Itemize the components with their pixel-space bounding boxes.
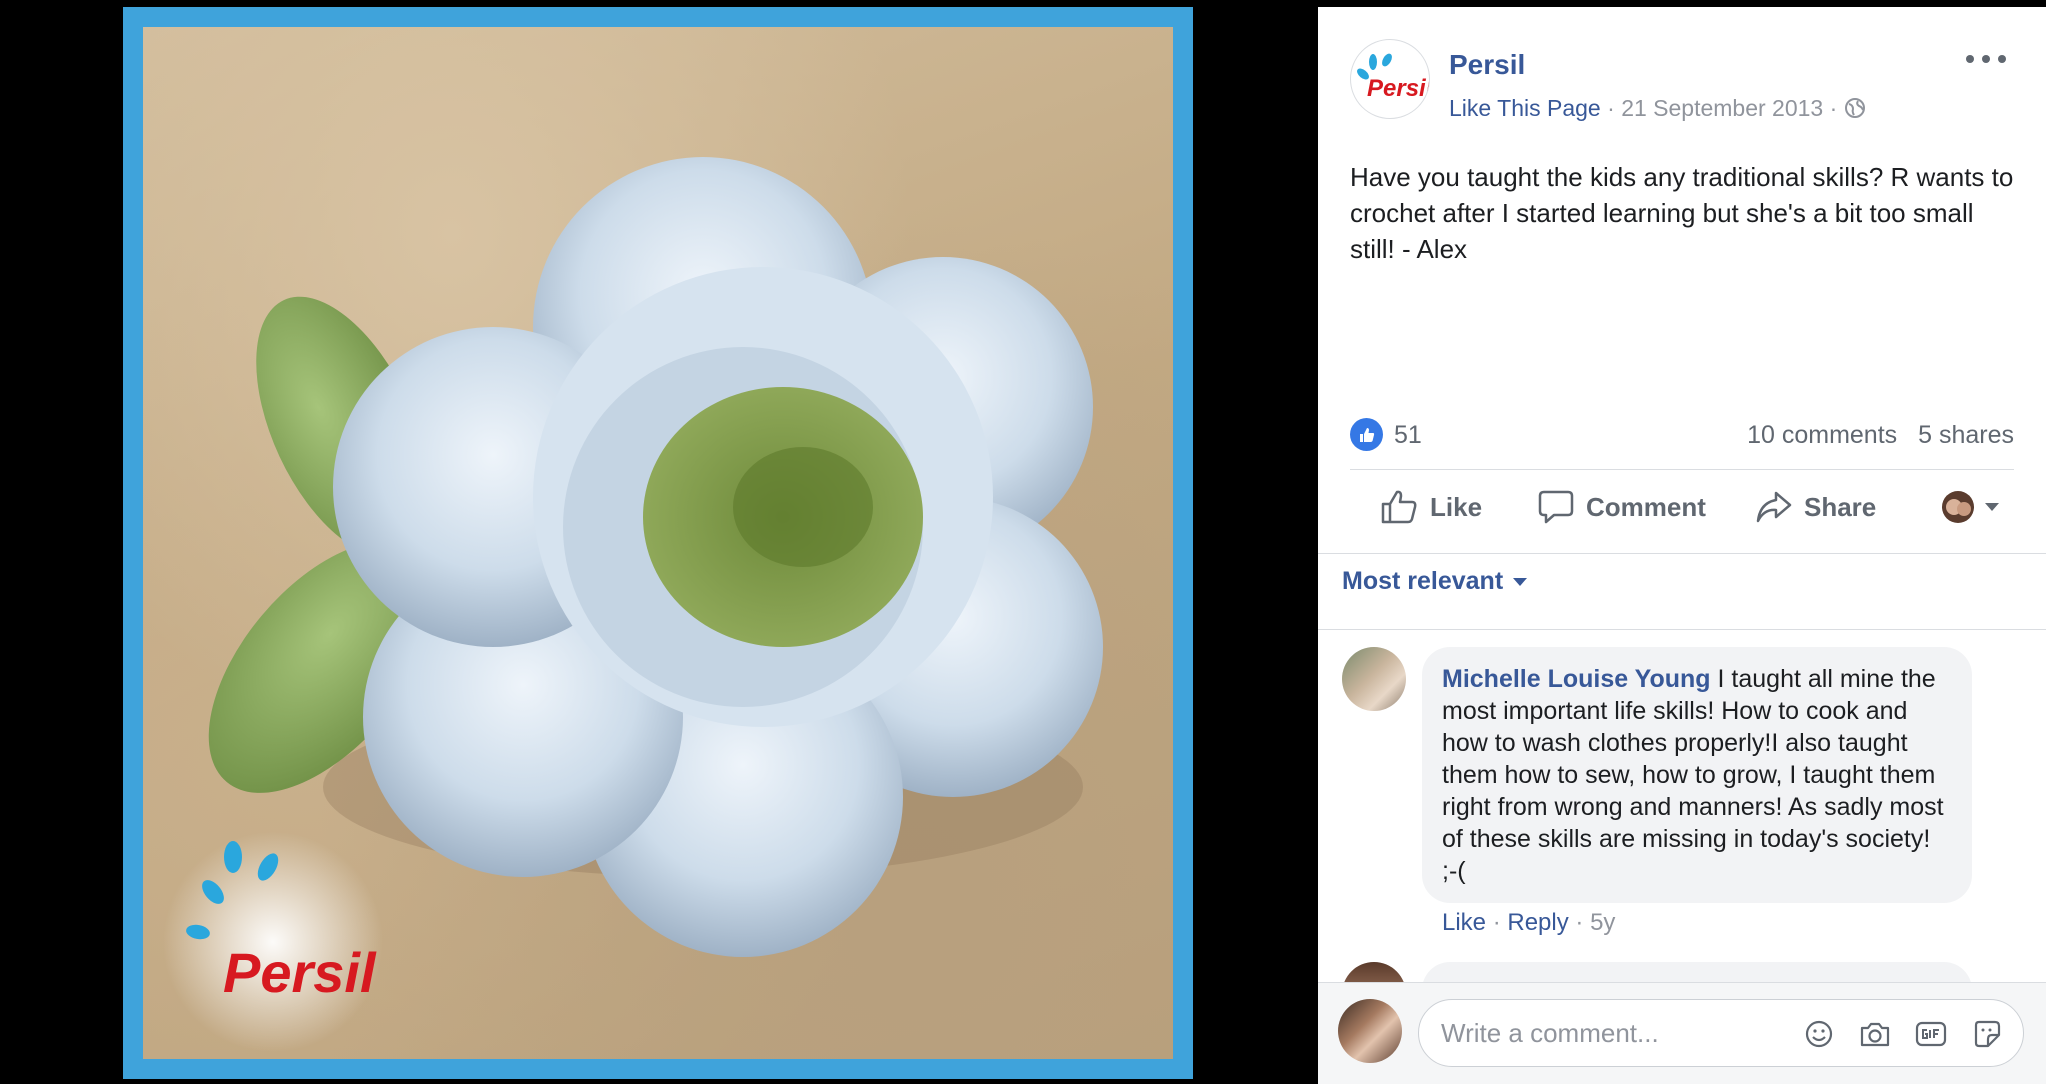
comment-button-label: Comment — [1586, 491, 1706, 522]
like-button-label: Like — [1430, 491, 1483, 522]
comment-text: I taught all mine the most important lif… — [1442, 665, 1944, 885]
divider — [1350, 469, 2014, 470]
svg-text:Persil: Persil — [1367, 75, 1430, 102]
page-name[interactable]: Persil — [1449, 49, 1525, 81]
comment-sort-dropdown[interactable]: Most relevant — [1342, 567, 1528, 596]
comment-action-separator-2: · — [1575, 909, 1584, 936]
commenter-avatar[interactable] — [1342, 647, 1406, 711]
more-options-icon[interactable] — [1966, 47, 2006, 71]
comment-input[interactable] — [1441, 1000, 1771, 1066]
caret-down-icon — [1513, 577, 1528, 586]
comment-button[interactable]: Comment — [1538, 473, 1706, 541]
sort-label: Most relevant — [1342, 567, 1504, 595]
globe-icon — [1844, 97, 1866, 125]
persil-logo-icon: Persil — [1357, 53, 1430, 102]
engagement-counts: 10 comments 5 shares — [1747, 421, 2014, 450]
page-avatar[interactable]: Persil — [1350, 39, 1430, 119]
reaction-summary: 51 10 comments 5 shares — [1350, 411, 2014, 461]
post-actions: Like Comment Share — [1350, 473, 2014, 541]
comment-author[interactable]: Michelle Louise Young — [1442, 665, 1711, 693]
comment-input-container[interactable] — [1418, 999, 2024, 1067]
comment-age[interactable]: 5y — [1590, 909, 1615, 936]
share-arrow-icon — [1756, 491, 1792, 523]
divider — [1318, 629, 2046, 630]
like-page-link[interactable]: Like This Page — [1449, 95, 1601, 121]
current-user-avatar — [1338, 999, 1402, 1063]
post-photo[interactable]: Persil — [143, 27, 1173, 1059]
photo-viewer: Persil — [0, 0, 1318, 1084]
post-text: Have you taught the kids any traditional… — [1350, 162, 2014, 264]
comment-actions: Like · Reply · 5y — [1442, 909, 1615, 937]
svg-text:Persil: Persil — [223, 941, 377, 1004]
crochet-flower-illustration: Persil — [163, 157, 1103, 1052]
comments-count[interactable]: 10 comments — [1747, 421, 1897, 449]
meta-separator-2: · — [1829, 95, 1838, 121]
comment-composer — [1318, 982, 2046, 1084]
share-button-label: Share — [1804, 491, 1877, 522]
speech-bubble-icon — [1538, 490, 1574, 524]
share-button[interactable]: Share — [1756, 473, 1876, 541]
divider — [1318, 553, 2046, 554]
like-button[interactable]: Like — [1380, 473, 1482, 541]
composer-tools — [1781, 1016, 2005, 1052]
photo-frame: Persil — [123, 7, 1193, 1079]
emoji-icon[interactable] — [1801, 1016, 1837, 1052]
comment-like-link[interactable]: Like — [1442, 909, 1486, 936]
post-date[interactable]: 21 September 2013 — [1621, 95, 1823, 121]
sticker-icon[interactable] — [1969, 1016, 2005, 1052]
shares-count[interactable]: 5 shares — [1918, 421, 2014, 449]
comment-reply-link[interactable]: Reply — [1507, 909, 1568, 936]
like-reaction-icon[interactable] — [1350, 418, 1383, 451]
reaction-count[interactable]: 51 — [1394, 421, 1422, 450]
gif-icon[interactable] — [1913, 1016, 1949, 1052]
post-meta: Like This Page · 21 September 2013 · — [1449, 95, 1866, 125]
thumbs-up-icon — [1381, 490, 1417, 524]
meta-separator: · — [1607, 95, 1615, 121]
comment-bubble: Michelle Louise Young I taught all mine … — [1422, 647, 1972, 903]
comment-action-separator: · — [1492, 909, 1501, 936]
reaction-identity-picker[interactable] — [1942, 491, 2000, 523]
camera-icon[interactable] — [1857, 1016, 1893, 1052]
chevron-down-icon — [1985, 503, 1999, 511]
post-side-panel: Persil Persil Like This Page · 21 Septem… — [1318, 7, 2046, 1084]
user-avatar — [1942, 491, 1974, 523]
post-header: Persil Persil Like This Page · 21 Septem… — [1350, 39, 2014, 129]
